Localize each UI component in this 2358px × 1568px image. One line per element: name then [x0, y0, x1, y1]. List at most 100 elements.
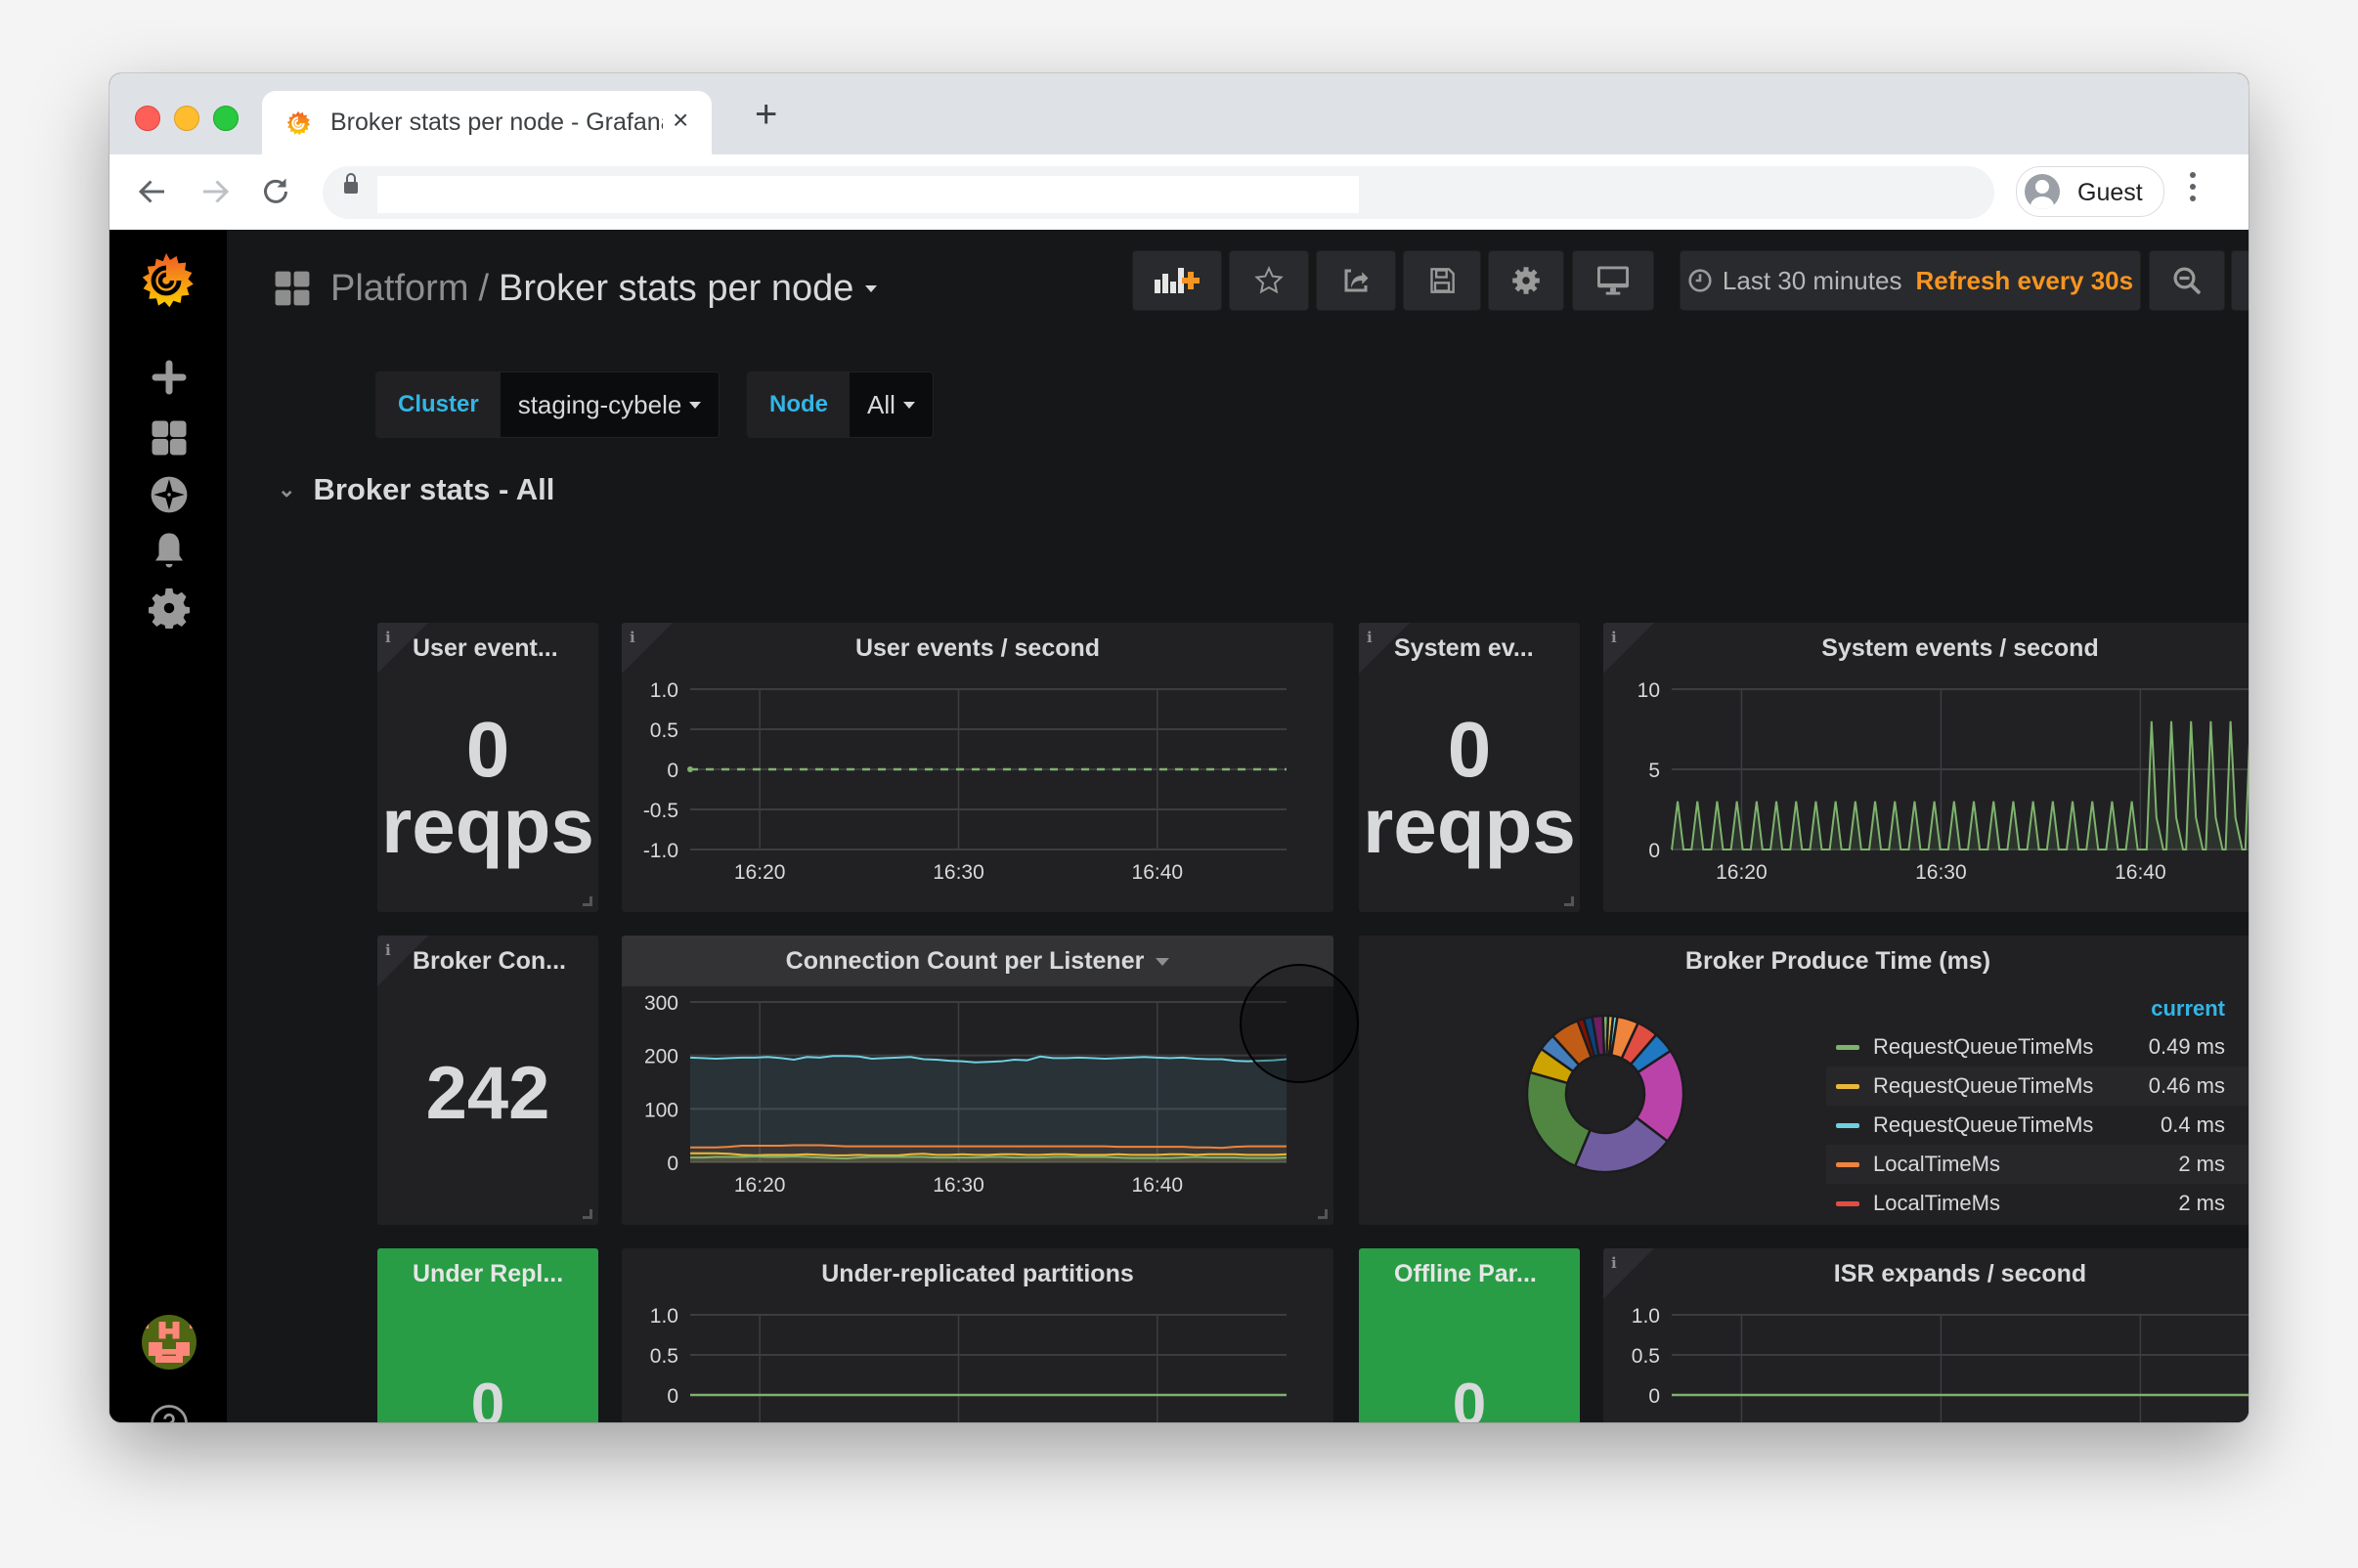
legend-item[interactable]: LocalTimeMs 2 ms	[1826, 1145, 2249, 1184]
legend-item[interactable]: RequestQueueTimeMs 0.46 ms	[1826, 1067, 2249, 1106]
share-button[interactable]	[1316, 250, 1396, 311]
resize-handle[interactable]	[1318, 1209, 1328, 1219]
omnibox[interactable]	[323, 166, 1994, 219]
variable-value: staging-cybele	[517, 389, 682, 419]
add-panel-button[interactable]	[1132, 250, 1222, 311]
panel-offline-partitions-stat[interactable]: Offline Par... 0	[1359, 1248, 1580, 1422]
plus-icon[interactable]	[149, 357, 190, 398]
resize-handle[interactable]	[1564, 896, 1574, 906]
mouse-cursor-indicator	[1240, 964, 1359, 1083]
panel-title[interactable]: Broker Produce Time (ms)	[1359, 947, 2249, 976]
gear-icon[interactable]	[149, 588, 190, 629]
panel-user-events-stat[interactable]: i User event... 0 reqps	[377, 623, 598, 912]
profile-button[interactable]: Guest	[2016, 166, 2164, 217]
legend-swatch	[1836, 1122, 1859, 1128]
zoom-out-button[interactable]	[2149, 250, 2225, 311]
minimize-window-button[interactable]	[174, 106, 199, 131]
view-mode-button[interactable]	[1572, 250, 1654, 311]
y-tick-label: 1.0	[650, 1305, 678, 1328]
panel-produce-time[interactable]: Broker Produce Time (ms) current Request…	[1359, 936, 2249, 1225]
folder-link[interactable]: Platform	[330, 268, 468, 310]
panel-under-replicated-graph[interactable]: Under-replicated partitions 1.0 0.5 0 -0.5-…	[622, 1248, 1333, 1422]
system-events-chart[interactable]: 10 5 0 16:20 16:30 16:40	[1603, 623, 2249, 912]
browser-menu-icon[interactable]	[2190, 172, 2198, 207]
browser-tab[interactable]: Broker stats per node - Grafana ×	[262, 91, 712, 154]
user-events-chart[interactable]: 1.0 0.5 0 -0.5 -1.0 16:20 16:30 16:40	[622, 623, 1333, 912]
grafana-logo-icon[interactable]	[135, 249, 197, 312]
add-panel-icon	[1155, 268, 1200, 293]
legend-column-current[interactable]: current	[1826, 996, 2249, 1027]
panel-broker-connections-stat[interactable]: i Broker Con... 242	[377, 936, 598, 1225]
dashboards-grid-icon[interactable]	[149, 417, 190, 458]
dashboard-settings-button[interactable]	[1488, 250, 1564, 311]
back-icon[interactable]	[135, 174, 170, 209]
lock-icon	[344, 173, 358, 194]
y-tick-label: 0	[667, 1385, 678, 1408]
panel-connection-count[interactable]: Connection Count per Listener 300 200 100 0…	[622, 936, 1333, 1225]
panel-under-replicated-stat[interactable]: Under Repl... 0	[377, 1248, 598, 1422]
legend-item[interactable]: LocalTimeMs 2 ms	[1826, 1184, 2249, 1223]
under-replicated-chart[interactable]: 1.00.50-0.5-1.016:20 16:30 16:40	[622, 1248, 1333, 1422]
user-avatar[interactable]	[142, 1315, 196, 1370]
legend-value: 2 ms	[2178, 1191, 2225, 1215]
x-tick-label: 16:20	[734, 861, 786, 884]
monitor-icon	[1597, 266, 1629, 295]
breadcrumb-separator: /	[478, 267, 490, 309]
produce-time-pie[interactable]	[1507, 996, 1703, 1192]
browser-window: Broker stats per node - Grafana × + Gues…	[109, 73, 2249, 1422]
refresh-button[interactable]	[2231, 250, 2249, 311]
close-window-button[interactable]	[135, 106, 160, 131]
time-range-label: Last 30 minutes	[1722, 265, 1902, 295]
info-icon[interactable]: i	[385, 629, 391, 646]
row-header[interactable]: ⌄ Broker stats - All	[278, 472, 554, 507]
reload-icon[interactable]	[258, 174, 293, 209]
panel-system-events-graph[interactable]: i System events / second 10 5 0 16:20 16:30 1…	[1603, 623, 2249, 912]
info-icon[interactable]: i	[1367, 629, 1373, 646]
star-icon	[1254, 266, 1284, 294]
star-button[interactable]	[1229, 250, 1309, 311]
forward-icon[interactable]	[197, 174, 233, 209]
save-button[interactable]	[1403, 250, 1481, 311]
new-tab-button[interactable]: +	[755, 95, 777, 134]
variable-label: Node	[748, 372, 850, 437]
chevron-down-icon[interactable]	[865, 284, 878, 292]
share-icon	[1344, 269, 1369, 292]
legend-name: LocalTimeMs	[1873, 1152, 2000, 1176]
breadcrumb[interactable]: Platform / Broker stats per node	[274, 264, 878, 313]
panel-title[interactable]: Under Repl...	[413, 1260, 598, 1288]
bell-icon[interactable]	[149, 530, 190, 571]
legend-swatch	[1836, 1200, 1859, 1206]
compass-icon[interactable]	[149, 474, 190, 515]
panel-title[interactable]: User event...	[413, 634, 598, 663]
y-tick-label: -0.5	[643, 800, 678, 822]
variable-label: Cluster	[376, 372, 501, 437]
panel-title[interactable]: Broker Con...	[413, 947, 598, 976]
time-picker[interactable]: Last 30 minutes Refresh every 30s	[1680, 250, 2141, 311]
close-tab-icon[interactable]: ×	[673, 105, 688, 136]
y-tick-label: 0.5	[650, 719, 678, 742]
resize-handle[interactable]	[583, 896, 592, 906]
question-icon[interactable]	[149, 1403, 190, 1422]
url-input[interactable]	[377, 176, 1359, 213]
x-tick-label: 16:40	[1132, 1174, 1184, 1197]
y-tick-label: 1.0	[1632, 1305, 1660, 1328]
panel-user-events-graph[interactable]: i User events / second 1.0 0.5 0 -0.5 -1.0 16…	[622, 623, 1333, 912]
panel-isr-expands-graph[interactable]: i ISR expands / second 1.0 0.5 0 -0.5 -1.0 16…	[1603, 1248, 2249, 1422]
cluster-select[interactable]: staging-cybele	[500, 372, 720, 437]
connection-count-chart[interactable]: 300 200 100 0 16:20 16:30 16:40	[622, 936, 1333, 1225]
y-tick-label: 1.0	[650, 679, 678, 702]
isr-expands-chart[interactable]: 1.00.50-0.5-1.016:20 16:30 16:40	[1603, 1248, 2249, 1422]
legend-item[interactable]: RequestQueueTimeMs 0.49 ms	[1826, 1027, 2249, 1067]
dashboard-title[interactable]: Broker stats per node	[499, 268, 853, 310]
grafana-app: Platform / Broker stats per node Last 30…	[109, 230, 2249, 1422]
resize-handle[interactable]	[583, 1209, 592, 1219]
panel-system-events-stat[interactable]: i System ev... 0 reqps	[1359, 623, 1580, 912]
legend-item[interactable]: RequestQueueTimeMs 0.4 ms	[1826, 1106, 2249, 1145]
panel-title[interactable]: System ev...	[1394, 634, 1580, 663]
legend-name: RequestQueueTimeMs	[1873, 1034, 2094, 1059]
node-select[interactable]: All	[850, 372, 933, 437]
maximize-window-button[interactable]	[213, 106, 239, 131]
info-icon[interactable]: i	[385, 941, 391, 959]
panel-title[interactable]: Offline Par...	[1394, 1260, 1580, 1288]
zoom-out-icon	[2173, 267, 2201, 294]
